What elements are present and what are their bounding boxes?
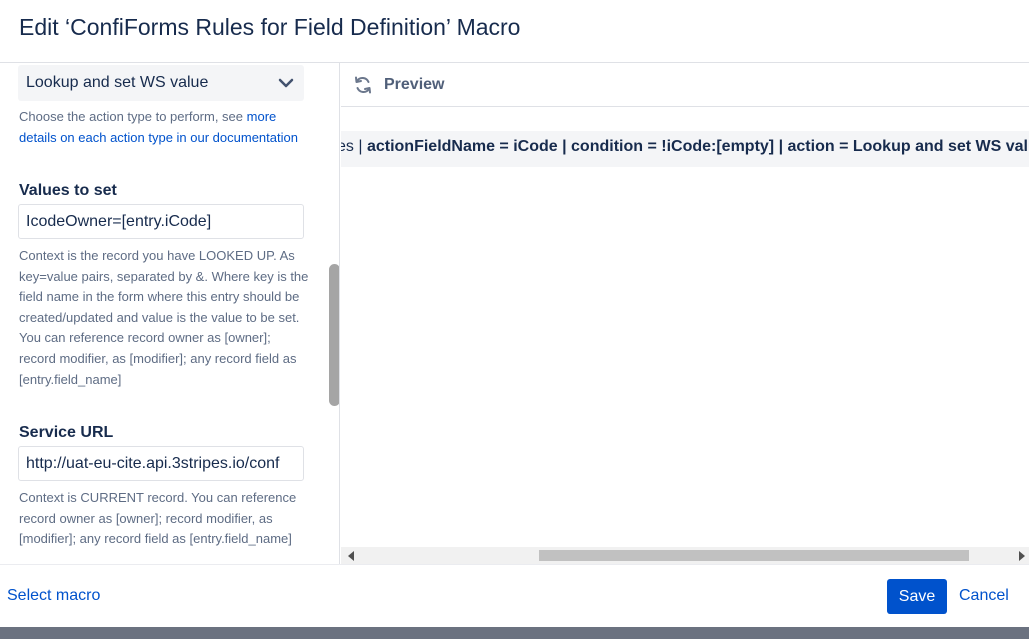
arrow-right-icon[interactable]	[1012, 547, 1029, 564]
dialog-footer: Select macro Save Cancel	[0, 564, 1029, 627]
action-type-select[interactable]: Lookup and set WS value	[18, 65, 304, 101]
preview-header: Preview	[341, 63, 1029, 107]
preview-panel: Preview es | actionFieldName = iCode | c…	[341, 63, 1029, 564]
values-to-set-input[interactable]	[18, 204, 304, 239]
save-button[interactable]: Save	[887, 579, 947, 614]
cancel-button[interactable]: Cancel	[959, 587, 1009, 605]
preview-text-main: actionFieldName = iCode | condition = !i…	[366, 138, 1029, 155]
chevron-down-icon	[276, 73, 296, 93]
preview-horizontal-scrollbar[interactable]	[341, 547, 1029, 564]
preview-text-prefix: es |	[341, 138, 363, 155]
service-url-label: Service URL	[19, 424, 114, 441]
values-to-set-help: Context is the record you have LOOKED UP…	[19, 248, 309, 387]
action-type-help-text: Choose the action type to perform, see	[19, 109, 244, 124]
preview-text: es | actionFieldName = iCode | condition…	[341, 138, 1029, 156]
action-type-help: Choose the action type to perform, see m…	[19, 107, 309, 148]
refresh-icon[interactable]	[353, 75, 373, 95]
service-url-help: Context is CURRENT record. You can refer…	[19, 490, 297, 547]
preview-scrollbar-thumb[interactable]	[539, 550, 969, 561]
values-to-set-label: Values to set	[19, 182, 117, 199]
action-type-value: Lookup and set WS value	[26, 74, 209, 91]
arrow-left-icon[interactable]	[343, 547, 360, 564]
settings-scrollbar-thumb[interactable]	[329, 264, 339, 406]
preview-label: Preview	[384, 76, 445, 93]
service-url-input[interactable]	[18, 446, 304, 481]
dialog-header: Edit ‘ConfiForms Rules for Field Definit…	[0, 0, 1029, 63]
dialog-title: Edit ‘ConfiForms Rules for Field Definit…	[19, 14, 521, 40]
page-backdrop	[0, 627, 1029, 639]
macro-preview-content: es | actionFieldName = iCode | condition…	[341, 131, 1029, 167]
select-macro-link[interactable]: Select macro	[7, 587, 100, 605]
macro-settings-panel: Lookup and set WS value Choose the actio…	[0, 63, 340, 564]
